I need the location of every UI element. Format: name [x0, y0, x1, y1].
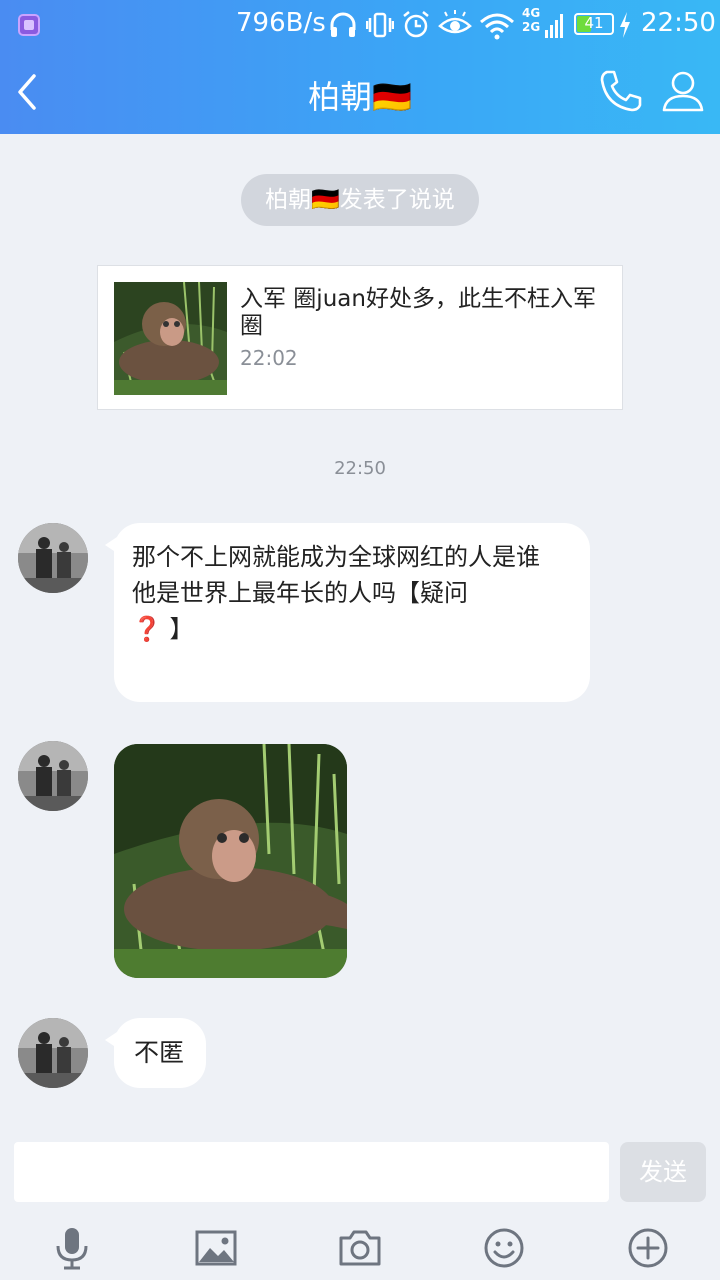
post-time: 22:02: [240, 346, 298, 370]
signal-icon: [545, 14, 563, 38]
nav-bar: 柏朝🇩🇪: [0, 50, 720, 134]
battery-indicator: 41: [574, 13, 614, 35]
plus-icon[interactable]: [624, 1224, 672, 1272]
message-bubble[interactable]: 那个不上网就能成为全球网红的人是谁 他是世界上最年长的人吗【疑问 ❓ 】: [105, 523, 590, 702]
gallery-notification-icon: [18, 14, 40, 36]
alarm-icon: [403, 11, 429, 38]
eye-comfort-icon: [438, 10, 472, 34]
network-speed: 796B/s: [236, 8, 326, 38]
message-input[interactable]: [14, 1142, 609, 1202]
system-notice: 柏朝🇩🇪发表了说说: [241, 174, 479, 226]
network-type: 4G 2G: [522, 6, 541, 34]
mic-icon[interactable]: [48, 1224, 96, 1272]
image-icon[interactable]: [192, 1224, 240, 1272]
question-emoji-icon: ❓: [132, 615, 162, 643]
wifi-icon: [480, 13, 514, 40]
message-text: ❓ 】: [132, 615, 194, 643]
time-divider: 22:50: [334, 458, 386, 479]
header-bar: 796B/s 4G 2G 41 22:50 柏朝🇩🇪: [0, 0, 720, 134]
status-bar: 796B/s 4G 2G 41 22:50: [0, 0, 720, 50]
message-text: 那个不上网就能成为全球网红的人是谁: [132, 543, 540, 571]
avatar[interactable]: [18, 741, 88, 811]
vibrate-icon: [366, 12, 394, 38]
message-bubble[interactable]: 不匿: [105, 1018, 206, 1088]
input-toolbar: [0, 1218, 720, 1280]
message-text: 他是世界上最年长的人吗【疑问: [132, 579, 468, 607]
avatar[interactable]: [18, 1018, 88, 1088]
phone-icon[interactable]: [598, 68, 644, 114]
status-time: 22:50: [641, 8, 716, 38]
message-text: 不匿: [134, 1038, 185, 1067]
post-thumbnail: [114, 282, 227, 395]
charging-icon: [620, 12, 630, 38]
send-button[interactable]: 发送: [620, 1142, 706, 1202]
shared-post-card[interactable]: 入军 圈juan好处多，此生不枉入军圈 22:02: [97, 265, 623, 410]
profile-icon[interactable]: [660, 68, 706, 114]
post-text: 入军 圈juan好处多，此生不枉入军圈: [240, 286, 596, 339]
headset-icon: [330, 12, 356, 37]
camera-icon[interactable]: [336, 1224, 384, 1272]
input-row: 发送: [0, 1128, 720, 1218]
image-message[interactable]: [114, 744, 347, 978]
avatar[interactable]: [18, 523, 88, 593]
emoji-icon[interactable]: [480, 1224, 528, 1272]
